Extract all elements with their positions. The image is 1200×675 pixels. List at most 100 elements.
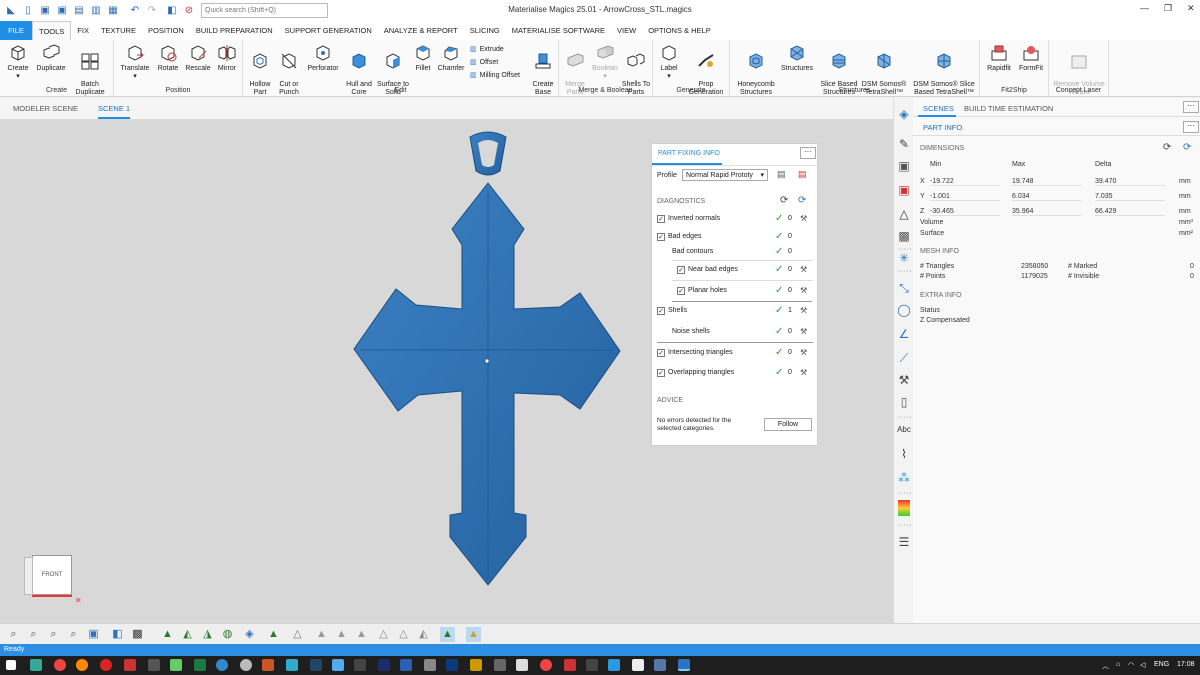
- extrude-button[interactable]: ▥ Extrude: [470, 45, 504, 54]
- circle-measure-icon[interactable]: ◯: [896, 302, 912, 318]
- diagnostic-row[interactable]: ✓ Inverted normals ✓ 0 ⚒: [652, 213, 819, 227]
- taskbar-app-20-icon[interactable]: [608, 659, 620, 671]
- pyramid-grey-6-icon[interactable]: ◭: [416, 627, 431, 642]
- duplicate-button[interactable]: Duplicate: [34, 43, 68, 73]
- part-info-icon[interactable]: ◈: [896, 106, 912, 122]
- diagnostic-row[interactable]: ✓ Bad edges ✓ 0: [652, 231, 819, 245]
- paperclip-icon[interactable]: ⌇: [896, 446, 912, 462]
- diagnostic-checkbox[interactable]: ✓: [677, 287, 685, 295]
- taskbar-app-1-icon[interactable]: [30, 659, 42, 671]
- zoom-icon[interactable]: ⌕: [6, 627, 21, 642]
- taskbar-word-icon[interactable]: [400, 659, 412, 671]
- tab-scenes[interactable]: SCENES: [923, 104, 954, 113]
- pyramid-active-1-icon[interactable]: ▲: [440, 627, 455, 642]
- export-icon[interactable]: ▦: [107, 5, 119, 17]
- tab-build-time-estimation[interactable]: BUILD TIME ESTIMATION: [964, 104, 1053, 113]
- taskbar-firefox-icon[interactable]: [76, 659, 88, 671]
- cube-red-icon[interactable]: ▣: [896, 182, 912, 198]
- tab-analyze-report[interactable]: ANALYZE & REPORT: [378, 21, 464, 40]
- perforator-button[interactable]: Perforator: [305, 43, 341, 73]
- pyramid-outline-icon[interactable]: △: [290, 627, 305, 642]
- angle-icon[interactable]: ∠: [896, 326, 912, 342]
- tab-modeler-scene[interactable]: MODELER SCENE: [13, 104, 78, 113]
- open-icon[interactable]: ▥: [90, 5, 102, 17]
- measure-icon[interactable]: ⤡: [896, 280, 912, 296]
- tray-language[interactable]: ENG: [1154, 661, 1169, 668]
- profile-select[interactable]: Normal Rapid Prototy ▾: [682, 169, 768, 181]
- save-all-icon[interactable]: ▣: [56, 5, 68, 17]
- boolean-button[interactable]: Boolean ▾: [590, 43, 620, 81]
- scenes-menu-button[interactable]: ···: [1183, 101, 1199, 113]
- box-icon[interactable]: ▩: [896, 228, 912, 244]
- text-icon[interactable]: Abc: [896, 422, 912, 438]
- taskbar-app-13-icon[interactable]: [446, 659, 458, 671]
- tray-network-icon[interactable]: ⌂: [1116, 661, 1120, 668]
- diagnostic-checkbox[interactable]: ✓: [657, 349, 665, 357]
- tray-clock[interactable]: 17:08: [1177, 661, 1195, 668]
- windows-start-icon[interactable]: [6, 660, 16, 670]
- tray-volume-icon[interactable]: ◁: [1140, 661, 1145, 669]
- taskbar-chrome-icon[interactable]: [54, 659, 66, 671]
- diagnostic-checkbox[interactable]: ✓: [657, 233, 665, 241]
- redo-icon[interactable]: ↷: [146, 5, 158, 17]
- fix-wrench-icon[interactable]: ⚒: [800, 265, 807, 274]
- sparkle-icon[interactable]: ✳: [896, 250, 912, 266]
- taskbar-app-19-icon[interactable]: [586, 659, 598, 671]
- tab-slicing[interactable]: SLICING: [464, 21, 506, 40]
- pyramid-icon[interactable]: ▲: [160, 627, 175, 642]
- taskbar-app-14-icon[interactable]: [470, 659, 482, 671]
- mirror-button[interactable]: Mirror: [214, 43, 240, 73]
- import-icon[interactable]: ▤: [73, 5, 85, 17]
- tab-fix[interactable]: FIX: [71, 21, 95, 40]
- taskbar-app-22-icon[interactable]: [654, 659, 666, 671]
- diagnostic-row[interactable]: Noise shells ✓ 0 ⚒: [652, 326, 819, 340]
- taskbar-app-8-icon[interactable]: [286, 659, 298, 671]
- minimize-icon[interactable]: —: [1140, 3, 1149, 13]
- taskbar-app-6-icon[interactable]: [240, 659, 252, 671]
- document-icon[interactable]: ▯: [896, 394, 912, 410]
- diagnostic-checkbox[interactable]: ✓: [657, 307, 665, 315]
- pyramid-faded-icon[interactable]: ▲: [266, 627, 281, 642]
- label-button[interactable]: Label ▾: [655, 43, 683, 81]
- profile-settings-icon[interactable]: ▤: [777, 169, 786, 180]
- wireframe-icon[interactable]: ▩: [130, 627, 145, 642]
- translate-button[interactable]: Translate ▾: [118, 43, 152, 81]
- triangle-icon[interactable]: △: [896, 206, 912, 222]
- pyramid-active-2-icon[interactable]: ▲: [466, 627, 481, 642]
- taskbar-app-9-icon[interactable]: [310, 659, 322, 671]
- taskbar-app-4-icon[interactable]: [170, 659, 182, 671]
- zoom-fit-icon[interactable]: ⌕: [46, 627, 61, 642]
- milling-offset-button[interactable]: ▥ Milling Offset: [470, 71, 520, 80]
- zoom-selection-icon[interactable]: ⌕: [66, 627, 81, 642]
- wrench-icon[interactable]: ✎: [896, 136, 912, 152]
- diagnostic-checkbox[interactable]: ✓: [657, 215, 665, 223]
- tab-materialise-software[interactable]: MATERIALISE SOFTWARE: [506, 21, 611, 40]
- fix-wrench-icon[interactable]: ⚒: [800, 368, 807, 377]
- taskbar-app-17-icon[interactable]: [540, 659, 552, 671]
- tab-file[interactable]: FILE: [0, 21, 32, 40]
- tab-tools[interactable]: TOOLS: [32, 21, 72, 40]
- taskbar-app-15-icon[interactable]: [494, 659, 506, 671]
- distance-icon[interactable]: ⟋: [896, 350, 912, 366]
- follow-button[interactable]: Follow: [764, 418, 812, 431]
- profile-remove-icon[interactable]: ▤: [798, 169, 807, 180]
- taskbar-app-21-icon[interactable]: [632, 659, 644, 671]
- save-icon[interactable]: ▣: [39, 5, 51, 17]
- refresh-icon[interactable]: ⟳: [780, 195, 788, 206]
- zoom-window-icon[interactable]: ⌕: [26, 627, 41, 642]
- fix-wrench-icon[interactable]: ⚒: [800, 214, 807, 223]
- taskbar-photoshop-icon[interactable]: [378, 659, 390, 671]
- update-dimensions-icon[interactable]: ⟳: [1183, 142, 1191, 153]
- part-info-menu-button[interactable]: ···: [1183, 121, 1199, 133]
- select-icon[interactable]: ◧: [166, 5, 178, 17]
- diagnostic-checkbox[interactable]: ✓: [657, 369, 665, 377]
- maximize-icon[interactable]: ❐: [1164, 3, 1172, 14]
- view-cube-icon[interactable]: ▣: [86, 627, 101, 642]
- tab-build-preparation[interactable]: BUILD PREPARATION: [190, 21, 279, 40]
- pyramid-grey-4-icon[interactable]: △: [376, 627, 391, 642]
- taskbar-app-11-icon[interactable]: [354, 659, 366, 671]
- create-button[interactable]: Create ▾: [4, 43, 32, 81]
- pyramid-grey-3-icon[interactable]: ▲: [354, 627, 369, 642]
- rescale-button[interactable]: Rescale: [184, 43, 212, 73]
- tab-view[interactable]: VIEW: [611, 21, 642, 40]
